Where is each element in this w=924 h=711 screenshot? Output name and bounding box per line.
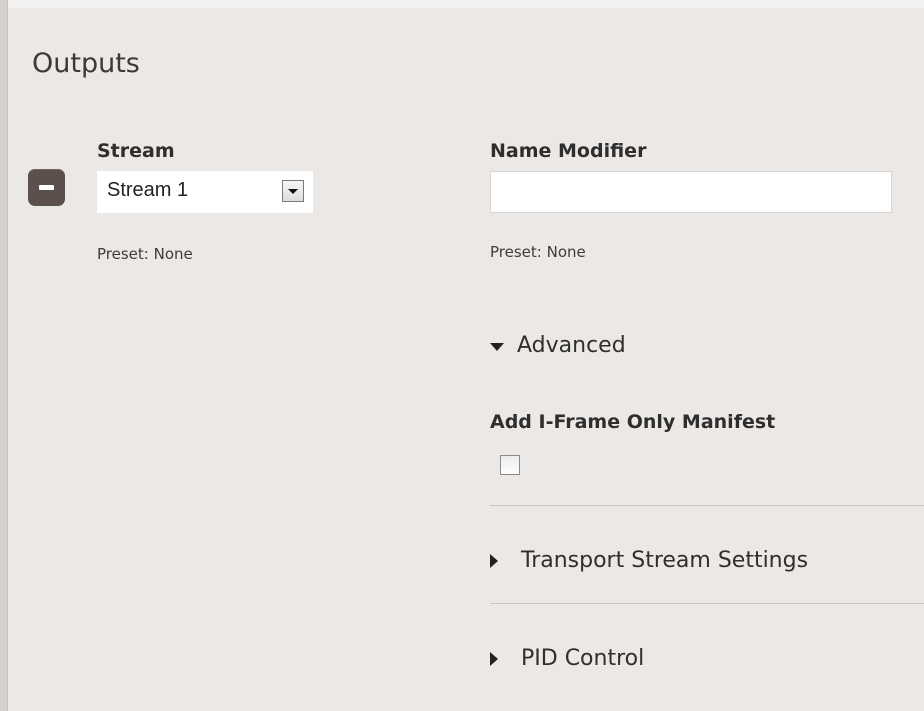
divider (490, 505, 924, 506)
left-rail (0, 0, 8, 711)
transport-stream-settings-label: Transport Stream Settings (521, 548, 809, 573)
pid-control-label: PID Control (521, 646, 645, 671)
minus-icon (39, 185, 54, 190)
pid-control-toggle[interactable]: PID Control (490, 646, 644, 671)
triangle-right-icon (490, 651, 498, 666)
dropdown-arrow-button[interactable] (282, 180, 304, 202)
triangle-right-icon (490, 553, 498, 568)
name-modifier-preset-text: Preset: None (490, 243, 586, 261)
name-modifier-input[interactable] (490, 171, 892, 213)
advanced-label: Advanced (517, 333, 626, 358)
triangle-down-icon (490, 342, 504, 351)
stream-label: Stream (97, 140, 175, 162)
section-title: Outputs (32, 48, 140, 79)
stream-select-value: Stream 1 (107, 179, 189, 201)
name-modifier-label: Name Modifier (490, 140, 647, 162)
advanced-toggle[interactable]: Advanced (490, 333, 626, 358)
divider (490, 603, 924, 604)
stream-preset-text: Preset: None (97, 245, 193, 263)
remove-output-button[interactable] (28, 169, 65, 206)
iframe-manifest-checkbox[interactable] (500, 455, 520, 475)
chevron-down-icon (288, 189, 298, 194)
top-strip (8, 0, 924, 8)
transport-stream-settings-toggle[interactable]: Transport Stream Settings (490, 548, 808, 573)
iframe-manifest-label: Add I-Frame Only Manifest (490, 411, 776, 433)
stream-select[interactable]: Stream 1 (97, 171, 313, 213)
